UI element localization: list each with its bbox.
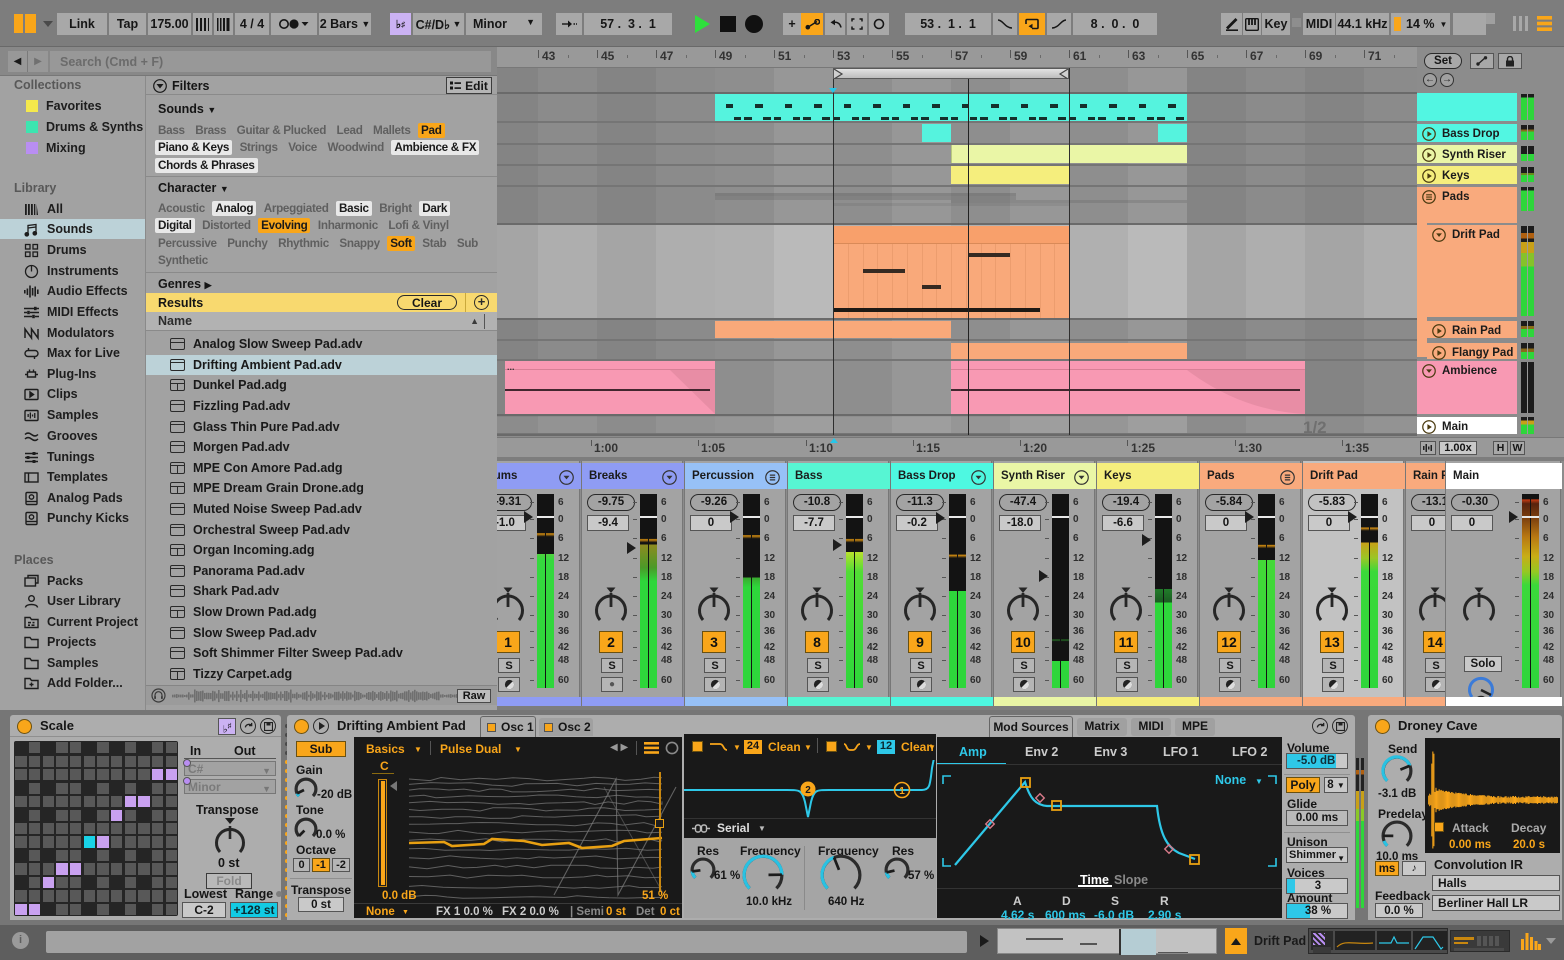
- svg-text:1: 1: [899, 786, 905, 797]
- svg-text:2: 2: [805, 785, 811, 796]
